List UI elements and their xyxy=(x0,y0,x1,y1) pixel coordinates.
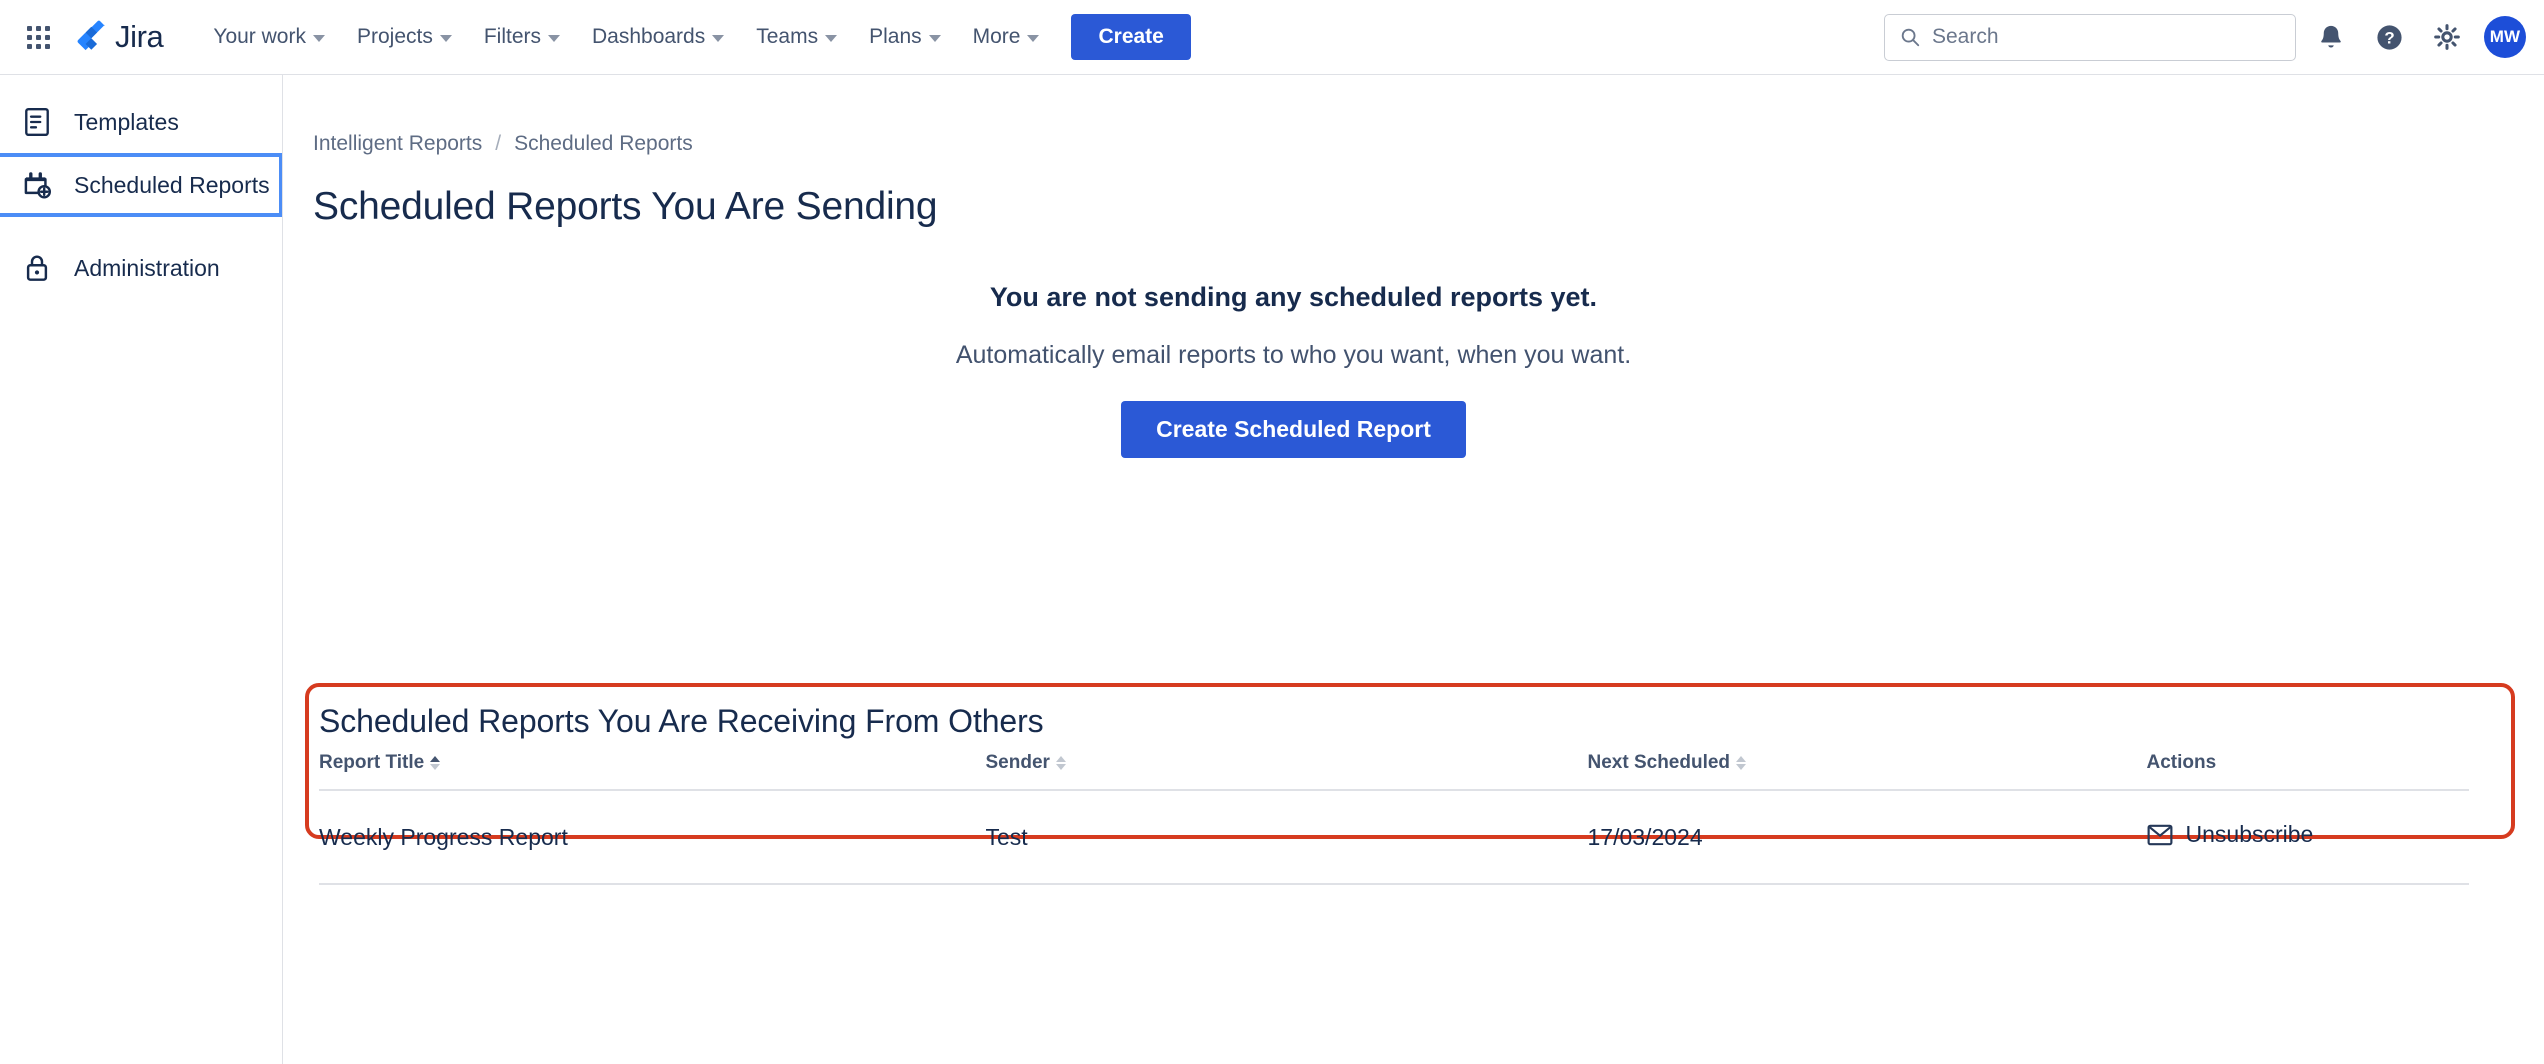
unsubscribe-button[interactable]: Unsubscribe xyxy=(2147,821,2314,848)
nav-label: Plans xyxy=(869,25,922,49)
column-label: Actions xyxy=(2147,752,2217,774)
nav-label: Filters xyxy=(484,25,541,49)
nav-item-teams[interactable]: Teams xyxy=(742,16,851,58)
sort-arrows-icon xyxy=(430,756,440,770)
envelope-icon xyxy=(2147,822,2173,848)
jira-home-link[interactable]: Jira xyxy=(74,19,163,55)
column-header-report-title[interactable]: Report Title xyxy=(319,752,986,790)
chevron-down-icon xyxy=(440,35,452,42)
calendar-add-icon xyxy=(22,170,52,200)
chevron-down-icon xyxy=(712,35,724,42)
table-head: Report Title Sender Next Scheduled xyxy=(319,752,2469,790)
user-avatar[interactable]: MW xyxy=(2484,16,2526,58)
sort-arrows-icon xyxy=(1736,756,1746,770)
svg-text:?: ? xyxy=(2384,28,2394,47)
question-circle-icon: ? xyxy=(2375,23,2404,52)
page-title: Scheduled Reports You Are Sending xyxy=(313,185,2544,229)
table-body: Weekly Progress Report Test 17/03/2024 U… xyxy=(319,790,2469,884)
cell-next-scheduled: 17/03/2024 xyxy=(1588,790,2147,884)
nav-item-your-work[interactable]: Your work xyxy=(199,16,339,58)
brand-name: Jira xyxy=(115,19,163,55)
search-input[interactable] xyxy=(1932,25,2281,49)
left-sidebar: Templates Scheduled Reports Administ xyxy=(0,75,283,1064)
help-button[interactable]: ? xyxy=(2366,14,2412,60)
top-navigation-bar: Jira Your work Projects Filters Dashboar… xyxy=(0,0,2544,75)
nav-label: Projects xyxy=(357,25,433,49)
settings-button[interactable] xyxy=(2424,14,2470,60)
search-box[interactable] xyxy=(1884,14,2296,61)
column-label: Next Scheduled xyxy=(1588,752,1731,774)
chevron-down-icon xyxy=(929,35,941,42)
nav-label: Teams xyxy=(756,25,818,49)
chevron-down-icon xyxy=(548,35,560,42)
breadcrumb-separator: / xyxy=(495,132,501,156)
sort-arrows-icon xyxy=(1056,756,1066,770)
sidebar-item-label: Templates xyxy=(74,109,179,136)
cell-actions: Unsubscribe xyxy=(2147,790,2470,884)
receiving-reports-table: Report Title Sender Next Scheduled xyxy=(319,752,2469,885)
lock-icon xyxy=(22,253,52,283)
receiving-section-title: Scheduled Reports You Are Receiving From… xyxy=(319,703,2501,740)
nav-item-more[interactable]: More xyxy=(959,16,1054,58)
chevron-down-icon xyxy=(1027,35,1039,42)
chevron-down-icon xyxy=(825,35,837,42)
main-content: Intelligent Reports / Scheduled Reports … xyxy=(284,75,2544,1064)
nav-item-dashboards[interactable]: Dashboards xyxy=(578,16,738,58)
nav-label: More xyxy=(973,25,1021,49)
nav-item-plans[interactable]: Plans xyxy=(855,16,955,58)
empty-state-title: You are not sending any scheduled report… xyxy=(313,282,2274,313)
create-button[interactable]: Create xyxy=(1071,14,1190,60)
table-row: Weekly Progress Report Test 17/03/2024 U… xyxy=(319,790,2469,884)
gear-icon xyxy=(2433,23,2461,51)
sidebar-item-templates[interactable]: Templates xyxy=(0,91,282,153)
column-header-sender[interactable]: Sender xyxy=(986,752,1588,790)
cell-report-title: Weekly Progress Report xyxy=(319,790,986,884)
bell-icon xyxy=(2317,23,2345,51)
primary-nav-items: Your work Projects Filters Dashboards Te… xyxy=(199,14,1191,60)
empty-state: You are not sending any scheduled report… xyxy=(313,282,2544,458)
cell-sender: Test xyxy=(986,790,1588,884)
unsubscribe-label: Unsubscribe xyxy=(2186,821,2314,848)
breadcrumb-current: Scheduled Reports xyxy=(514,132,693,156)
grid-apps-icon xyxy=(27,26,50,49)
chevron-down-icon xyxy=(313,35,325,42)
nav-item-projects[interactable]: Projects xyxy=(343,16,466,58)
notifications-button[interactable] xyxy=(2308,14,2354,60)
column-header-actions: Actions xyxy=(2147,752,2470,790)
breadcrumb: Intelligent Reports / Scheduled Reports xyxy=(313,132,2544,156)
app-switcher-button[interactable] xyxy=(18,17,58,57)
nav-item-filters[interactable]: Filters xyxy=(470,16,574,58)
column-label: Report Title xyxy=(319,752,424,774)
receiving-reports-section: Scheduled Reports You Are Receiving From… xyxy=(305,683,2515,885)
jira-logo-icon xyxy=(74,20,108,54)
create-scheduled-report-button[interactable]: Create Scheduled Report xyxy=(1121,401,1466,458)
column-label: Sender xyxy=(986,752,1050,774)
column-header-next-scheduled[interactable]: Next Scheduled xyxy=(1588,752,2147,790)
nav-label: Your work xyxy=(213,25,306,49)
sidebar-item-scheduled-reports[interactable]: Scheduled Reports xyxy=(0,153,282,217)
nav-label: Dashboards xyxy=(592,25,705,49)
sidebar-item-label: Scheduled Reports xyxy=(74,172,270,199)
search-icon xyxy=(1899,26,1921,48)
empty-state-subtitle: Automatically email reports to who you w… xyxy=(313,341,2274,370)
sidebar-item-administration[interactable]: Administration xyxy=(0,237,282,299)
nav-right-cluster: ? MW xyxy=(1884,14,2544,61)
breadcrumb-parent-link[interactable]: Intelligent Reports xyxy=(313,132,482,156)
table-header-row: Report Title Sender Next Scheduled xyxy=(319,752,2469,790)
sidebar-item-label: Administration xyxy=(74,255,220,282)
sidebar-divider-gap xyxy=(0,217,282,237)
document-template-icon xyxy=(22,107,52,137)
